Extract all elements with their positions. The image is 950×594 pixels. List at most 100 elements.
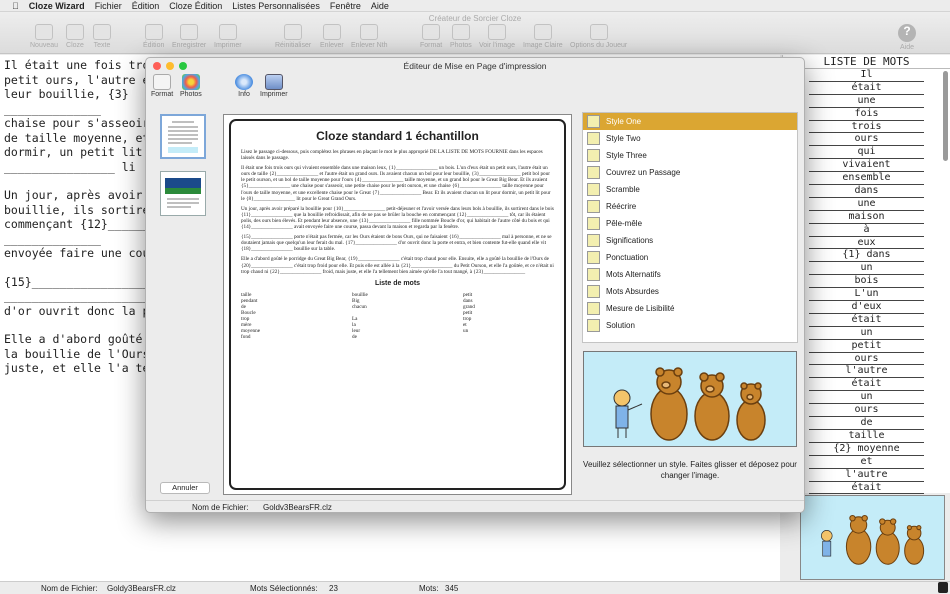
word-list-item[interactable]: une xyxy=(809,95,924,108)
style-option[interactable]: Réécrire xyxy=(583,198,797,215)
menu-aide[interactable]: Aide xyxy=(371,0,389,12)
word-list-item[interactable]: l'autre xyxy=(809,469,924,482)
word-list-rows: Il était une fois trois ours qui vivaient ensemb… xyxy=(783,69,950,495)
word-list-item[interactable]: qui xyxy=(809,146,924,160)
image-claire-button[interactable]: Image Claire xyxy=(523,24,563,49)
style-document-icon xyxy=(587,166,600,179)
imprimer-button[interactable]: Imprimer xyxy=(214,24,242,49)
word-list-item[interactable]: ours xyxy=(809,353,924,366)
style-option[interactable]: Mesure de Lisibilité xyxy=(583,300,797,317)
zoom-icon[interactable] xyxy=(179,62,187,70)
style-option[interactable]: Solution xyxy=(583,317,797,334)
word-list-item[interactable]: {1} dans xyxy=(809,249,924,263)
menu-listes[interactable]: Listes Personnalisées xyxy=(232,0,320,12)
apple-icon[interactable]:  xyxy=(12,0,19,12)
dialog-print-button[interactable]: Imprimer xyxy=(260,74,288,98)
page-thumbnails xyxy=(160,114,210,228)
word-list-item[interactable]: une xyxy=(809,198,924,211)
menu-bar:  Cloze Wizard Fichier Édition Cloze Édi… xyxy=(0,0,950,12)
cloze-label: Cloze xyxy=(66,42,84,49)
word-list-item[interactable]: vivaient xyxy=(809,159,924,173)
word-list-item[interactable]: taille xyxy=(809,430,924,443)
voir-image-button[interactable]: Voir l'image xyxy=(479,24,515,49)
word-list-item[interactable]: trois xyxy=(809,121,924,134)
menu-cloze-edition[interactable]: Cloze Édition xyxy=(169,0,222,12)
texte-button[interactable]: Texte xyxy=(93,24,111,49)
word-list-item[interactable]: ours xyxy=(809,133,924,147)
style-option[interactable]: Style One xyxy=(583,113,797,130)
menu-app-name[interactable]: Cloze Wizard xyxy=(29,0,85,12)
word-list-item[interactable]: était xyxy=(809,378,924,392)
menu-edition[interactable]: Édition xyxy=(132,0,160,12)
word-list-item[interactable]: L'un xyxy=(809,288,924,302)
edition-button[interactable]: Édition xyxy=(143,24,164,49)
enregistrer-button[interactable]: Enregistrer xyxy=(172,24,206,49)
word-list-item[interactable]: maison xyxy=(809,211,924,224)
cloze-button[interactable]: Cloze xyxy=(66,24,84,49)
clear-image-icon xyxy=(533,24,552,40)
reinitialiser-button[interactable]: Réinitialiser xyxy=(275,24,311,49)
word-list-scrollbar[interactable] xyxy=(943,71,948,161)
word-list-item[interactable]: était xyxy=(809,82,924,95)
style-option[interactable]: Style Three xyxy=(583,147,797,164)
style-option[interactable]: Significations xyxy=(583,232,797,249)
word-list-item[interactable]: à xyxy=(809,224,924,237)
dialog-format-label: Format xyxy=(151,91,174,98)
word-list-item[interactable]: un xyxy=(809,327,924,340)
bears-image-preview[interactable] xyxy=(583,351,797,447)
word-list-item[interactable]: fois xyxy=(809,108,924,121)
dialog-title: Éditeur de Mise en Page d'impression xyxy=(403,61,547,71)
word-list-item[interactable]: ensemble xyxy=(809,172,924,186)
style-option[interactable]: Scramble xyxy=(583,181,797,198)
word-list-item[interactable]: dans xyxy=(809,185,924,198)
menu-fenetre[interactable]: Fenêtre xyxy=(330,0,361,12)
style-option[interactable]: Couvrez un Passage xyxy=(583,164,797,181)
status-selected-label: Mots Sélectionnés: xyxy=(250,584,318,593)
enlever-button[interactable]: Enlever xyxy=(320,24,344,49)
aide-button[interactable]: ? Aide xyxy=(898,24,916,51)
dialog-info-label: Info xyxy=(238,91,250,98)
word-list-item[interactable]: l'autre xyxy=(809,365,924,379)
enlever-nth-label: Enlever Nth xyxy=(351,42,388,49)
close-icon[interactable] xyxy=(153,62,161,70)
word-list-item[interactable]: de xyxy=(809,417,924,430)
word-list-item[interactable]: un xyxy=(809,391,924,405)
printer-icon xyxy=(264,74,283,90)
word-list-item[interactable]: Il xyxy=(809,69,924,82)
word-list-item[interactable]: {2} moyenne xyxy=(809,443,924,456)
word-list-item[interactable]: un xyxy=(809,262,924,276)
resize-handle-icon[interactable] xyxy=(938,582,948,593)
word-list-item[interactable]: ours xyxy=(809,404,924,418)
options-joueur-button[interactable]: Options du Joueur xyxy=(570,24,627,49)
word-list-item[interactable]: et xyxy=(809,456,924,469)
enlever-nth-button[interactable]: Enlever Nth xyxy=(351,24,388,49)
style-option[interactable]: Ponctuation xyxy=(583,249,797,266)
style-option[interactable]: Pêle-mêle xyxy=(583,215,797,232)
word-list-item[interactable]: était xyxy=(809,314,924,327)
format-button[interactable]: Format xyxy=(420,24,442,49)
photos-button[interactable]: Photos xyxy=(450,24,472,49)
nouveau-button[interactable]: Nouveau xyxy=(30,24,58,49)
dialog-photos-button[interactable]: Photos xyxy=(180,74,202,98)
page-thumbnail-2[interactable] xyxy=(160,171,206,216)
new-doc-icon xyxy=(35,24,54,40)
word-list-item[interactable]: petit xyxy=(809,340,924,353)
word-list-item[interactable]: bois xyxy=(809,275,924,289)
cancel-button[interactable]: Annuler xyxy=(160,482,210,494)
preview-word: fond xyxy=(241,334,251,341)
dialog-info-button[interactable]: Info xyxy=(235,74,253,98)
style-document-icon xyxy=(587,251,600,264)
minimize-icon[interactable] xyxy=(166,62,174,70)
page-thumbnail-1[interactable] xyxy=(160,114,206,159)
style-option[interactable]: Mots Alternatifs xyxy=(583,266,797,283)
style-option[interactable]: Style Two xyxy=(583,130,797,147)
dialog-format-button[interactable]: Format xyxy=(151,74,173,98)
imprimer-label: Imprimer xyxy=(214,42,242,49)
word-list-item[interactable]: d'eux xyxy=(809,301,924,314)
menu-fichier[interactable]: Fichier xyxy=(95,0,122,12)
style-option[interactable]: Mots Absurdes xyxy=(583,283,797,300)
status-words-count: 345 xyxy=(445,584,459,593)
word-list-item[interactable]: était xyxy=(809,482,924,495)
page-preview-icon xyxy=(165,178,201,208)
word-list-item[interactable]: eux xyxy=(809,237,924,250)
